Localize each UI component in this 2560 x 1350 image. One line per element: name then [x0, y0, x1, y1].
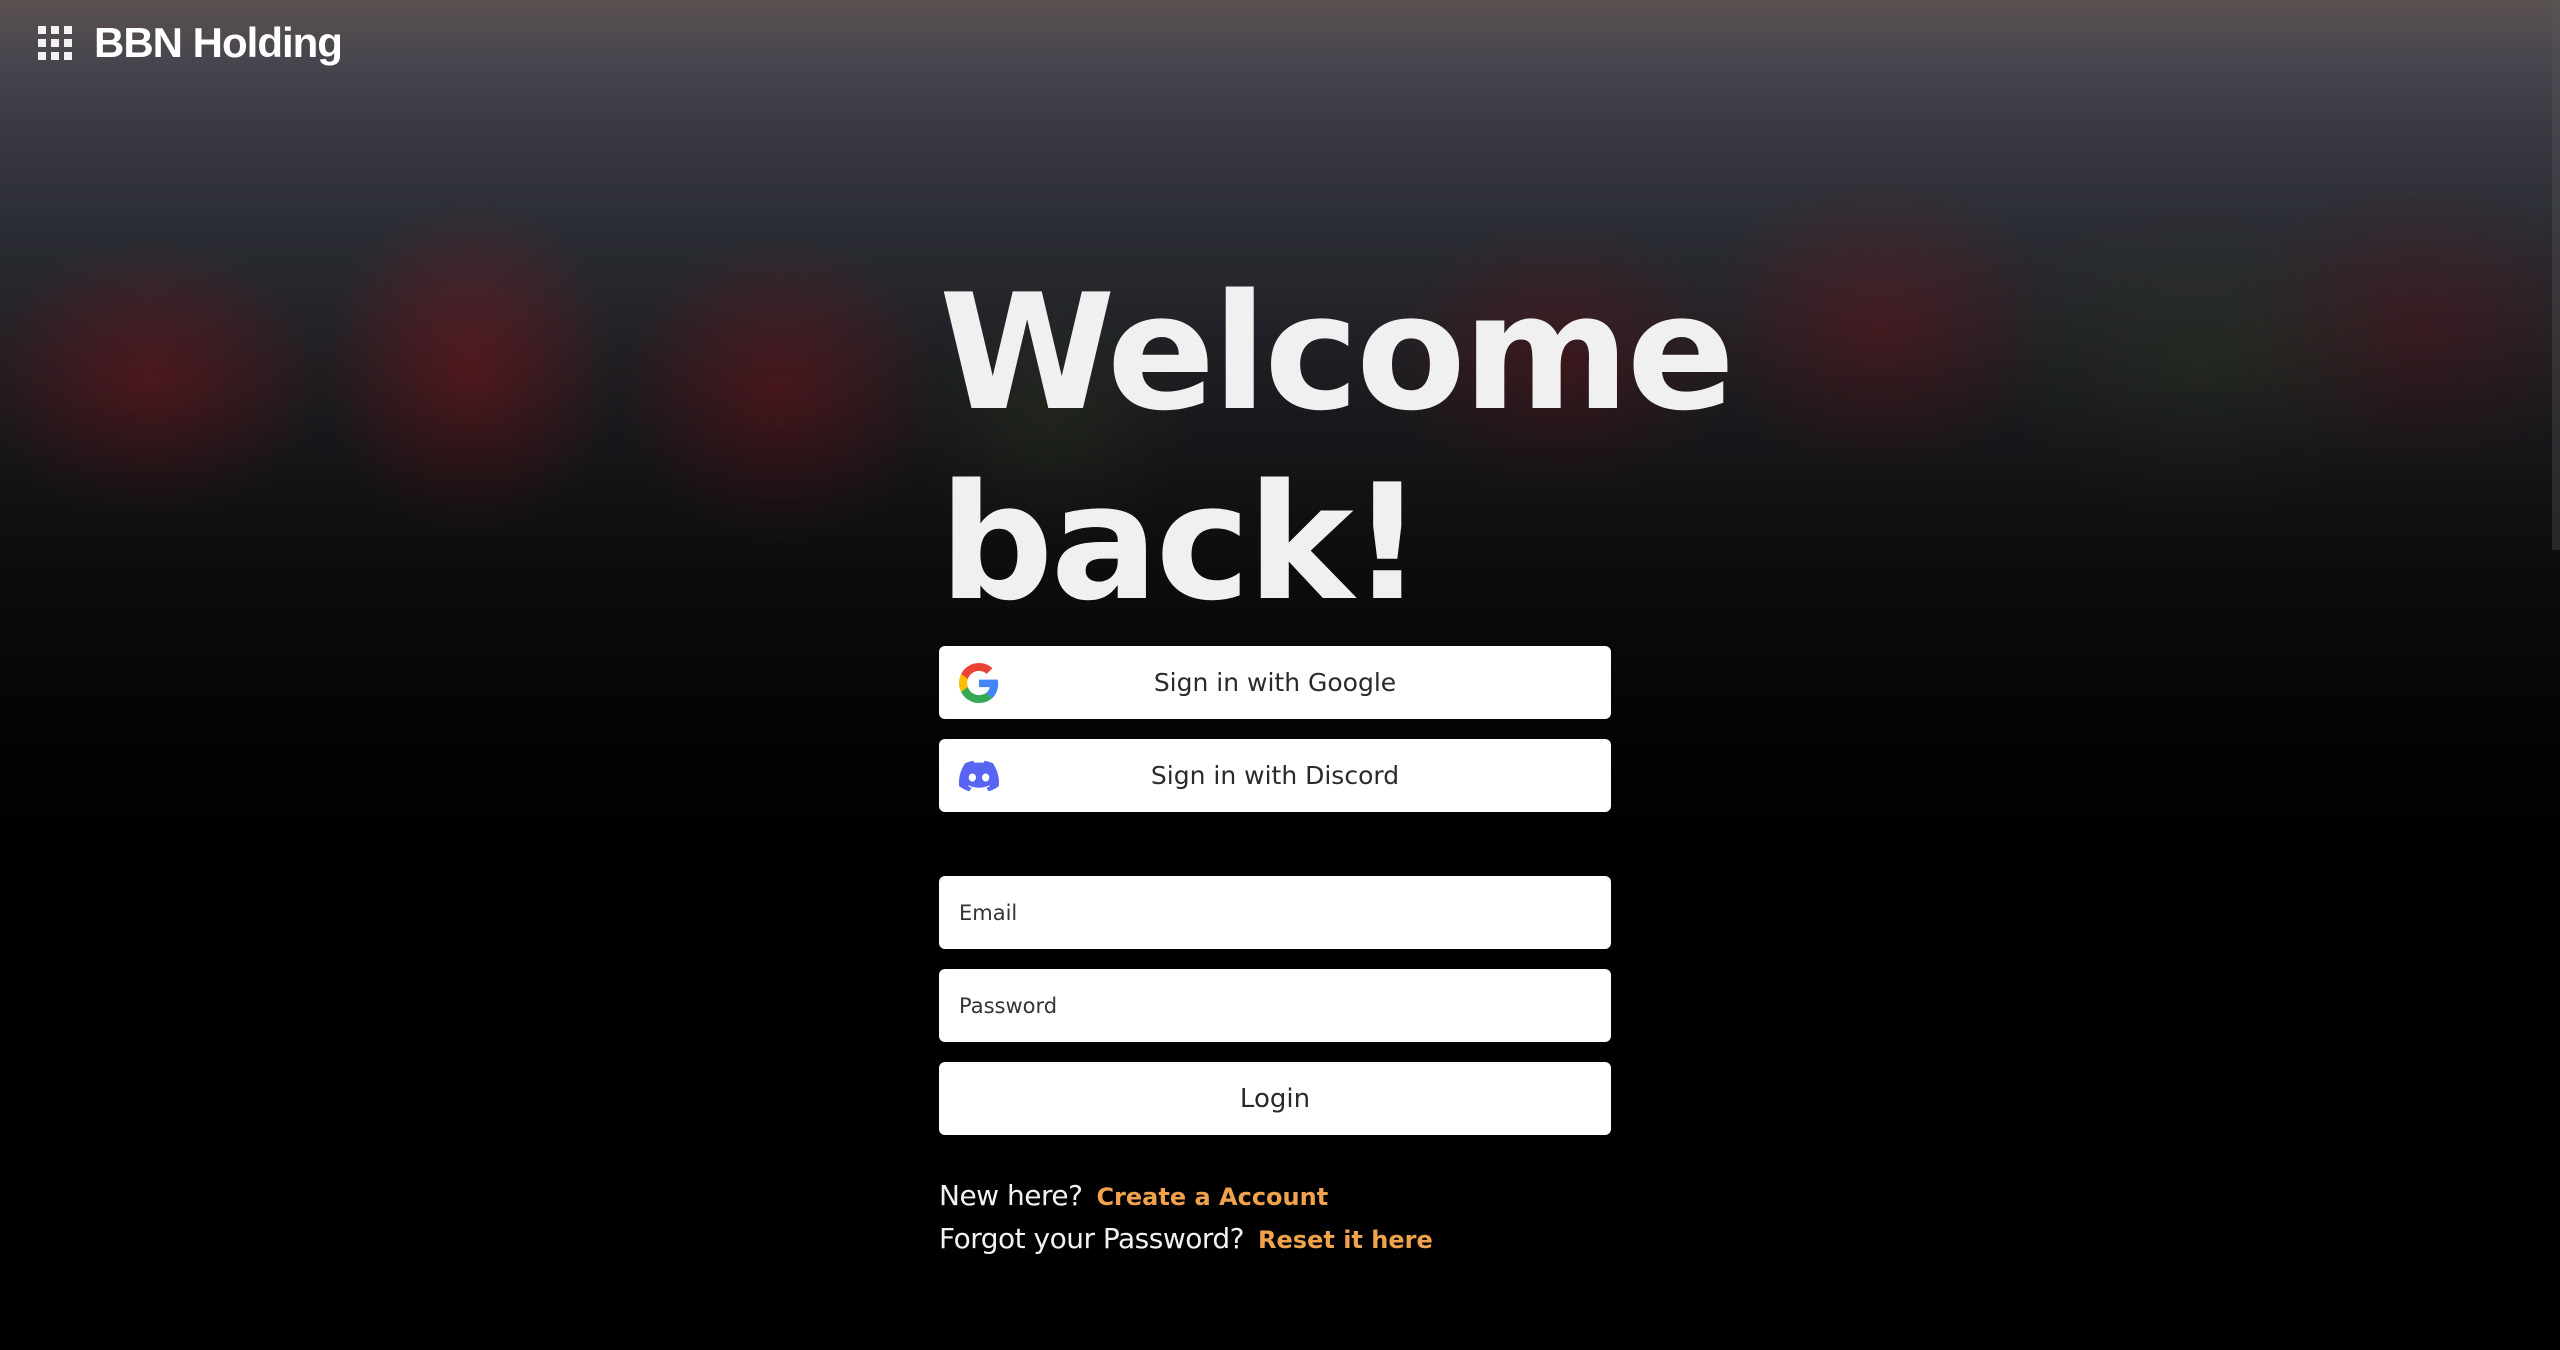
- discord-icon: [959, 760, 999, 792]
- reset-row: Forgot your Password? Reset it here: [939, 1222, 1611, 1265]
- title-line-1: Welcome: [939, 259, 1735, 446]
- login-panel: Welcome back! Sign in with Google Sign i…: [939, 258, 1735, 1265]
- new-here-text: New here?: [939, 1179, 1083, 1212]
- discord-signin-label: Sign in with Discord: [1150, 761, 1400, 790]
- google-signin-button[interactable]: Sign in with Google: [939, 646, 1611, 719]
- brand-logo[interactable]: BBN Holding: [94, 19, 343, 67]
- page-title: Welcome back!: [939, 258, 1735, 646]
- google-signin-label: Sign in with Google: [1153, 668, 1397, 697]
- top-bar: BBN Holding: [38, 19, 343, 67]
- forgot-password-text: Forgot your Password?: [939, 1222, 1245, 1255]
- grid-icon[interactable]: [38, 26, 72, 60]
- create-account-link[interactable]: Create a Account: [1096, 1183, 1328, 1211]
- login-button[interactable]: Login: [939, 1062, 1611, 1135]
- login-page: BBN Holding Welcome back! Sign in with G…: [0, 0, 2560, 1350]
- page-scrollbar[interactable]: [2552, 0, 2560, 550]
- signup-row: New here? Create a Account: [939, 1179, 1611, 1222]
- auth-links: New here? Create a Account Forgot your P…: [939, 1179, 1611, 1265]
- discord-signin-button[interactable]: Sign in with Discord: [939, 739, 1611, 812]
- password-field[interactable]: [939, 969, 1611, 1042]
- email-field[interactable]: [939, 876, 1611, 949]
- reset-password-link[interactable]: Reset it here: [1258, 1226, 1433, 1254]
- title-line-2: back!: [939, 449, 1424, 636]
- google-icon: [959, 663, 999, 703]
